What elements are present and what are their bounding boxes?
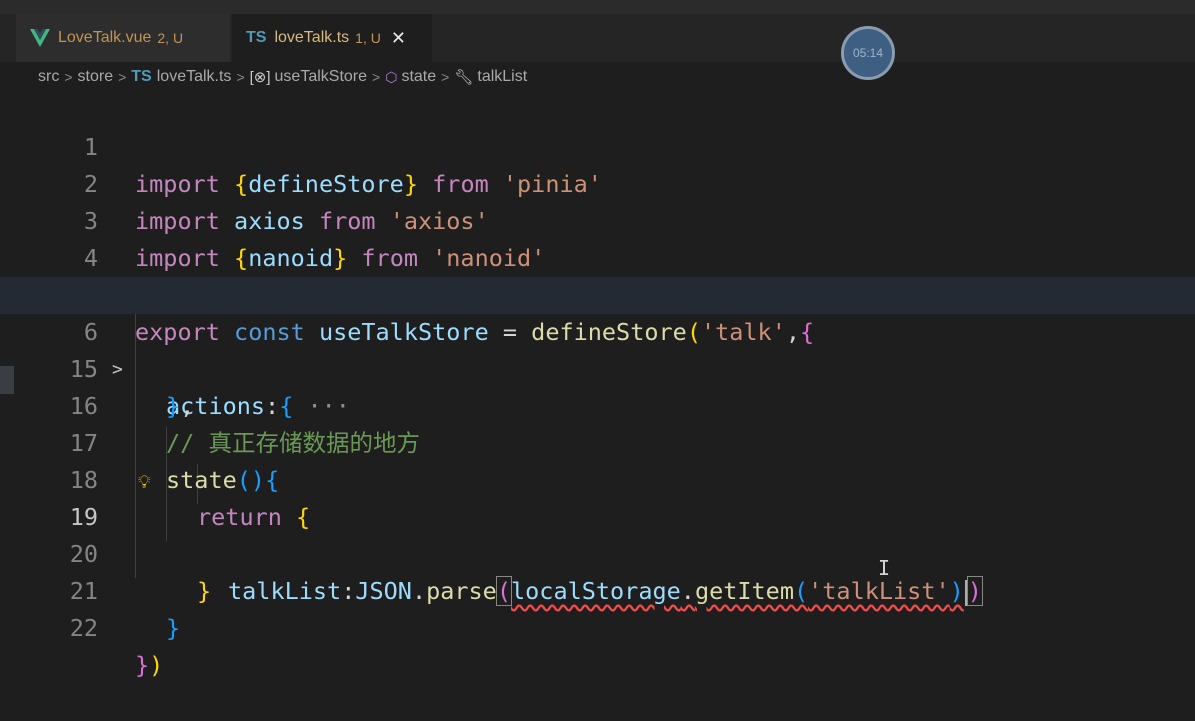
breadcrumb-item-usetalkstore[interactable]: [⊗] useTalkStore	[250, 68, 367, 86]
code-line: 17 state(){	[0, 388, 1195, 494]
code-line: 22 })	[0, 573, 1195, 679]
editor-tab-bar: LoveTalk.vue 2, U TS loveTalk.ts 1, U ✕	[0, 14, 1195, 62]
method-cube-icon: ⬡	[385, 68, 398, 85]
code-line: 15 },	[0, 314, 1195, 420]
breadcrumb-item-talklist[interactable]: 🔧︎ talkList	[454, 68, 527, 86]
breadcrumb-symbol-label: useTalkStore	[274, 68, 368, 85]
close-icon[interactable]: ✕	[391, 28, 406, 49]
code-line-folded[interactable]: 6 > actions:{ ···	[0, 277, 1195, 420]
chevron-right-icon: >	[118, 69, 127, 85]
mouse-ibeam-cursor: I	[878, 556, 891, 580]
tab-problem-badge: 1, U	[355, 30, 381, 46]
line-number: 22	[69, 614, 98, 642]
breadcrumb-file-label: loveTalk.ts	[156, 68, 232, 85]
code-line: 4	[0, 203, 1195, 272]
wrench-property-icon: 🔧︎	[454, 69, 474, 86]
code-line: 16 // 真正存储数据的地方	[0, 351, 1195, 457]
code-text: })	[135, 651, 164, 679]
chevron-right-icon: >	[441, 69, 450, 85]
tab-label: loveTalk.ts	[274, 29, 350, 46]
code-line: 2 import axios from 'axios'	[0, 129, 1195, 235]
breadcrumb-item-store[interactable]: store	[78, 68, 114, 86]
code-line: 20 }	[0, 499, 1195, 605]
code-line: 5 export const useTalkStore = defineStor…	[0, 240, 1195, 346]
code-line-active[interactable]: 19 💡︎ talkList:JSON.parse(localStorage.g…	[0, 462, 1195, 606]
title-strip	[0, 0, 1195, 14]
breadcrumb-symbol-label: state	[401, 68, 437, 85]
breadcrumb-item-state[interactable]: ⬡ state	[385, 68, 436, 86]
breadcrumb-symbol-label: talkList	[477, 68, 528, 85]
chevron-right-icon: >	[236, 69, 245, 85]
chevron-right-icon: >	[64, 69, 73, 85]
variable-symbol-icon: [⊗]	[249, 69, 271, 86]
breadcrumb-item-src[interactable]: src	[38, 68, 59, 86]
chevron-right-icon: >	[372, 69, 381, 85]
code-line: 21 }	[0, 536, 1195, 642]
breadcrumb: src > store > TS loveTalk.ts > [⊗] useTa…	[38, 64, 527, 90]
code-text: }	[166, 614, 181, 642]
breadcrumb-item-file[interactable]: TS loveTalk.ts	[131, 68, 231, 86]
ts-icon: TS	[131, 68, 152, 85]
code-line: 18 return {	[0, 425, 1195, 531]
vue-icon	[30, 29, 50, 47]
tab-label: LoveTalk.vue	[58, 29, 152, 46]
recording-timer: 05:14	[841, 26, 895, 80]
code-line: 1 import {defineStore} from 'pinia'	[0, 92, 1195, 198]
tab-problem-badge: 2, U	[157, 30, 184, 46]
ts-icon: TS	[246, 29, 267, 46]
lightbulb-icon[interactable]: 💡︎	[138, 464, 151, 501]
tab-lovetalk-ts[interactable]: TS loveTalk.ts 1, U ✕	[232, 14, 432, 62]
code-line: 3 import {nanoid} from 'nanoid'	[0, 166, 1195, 272]
tab-lovetalk-vue[interactable]: LoveTalk.vue 2, U	[16, 14, 230, 62]
